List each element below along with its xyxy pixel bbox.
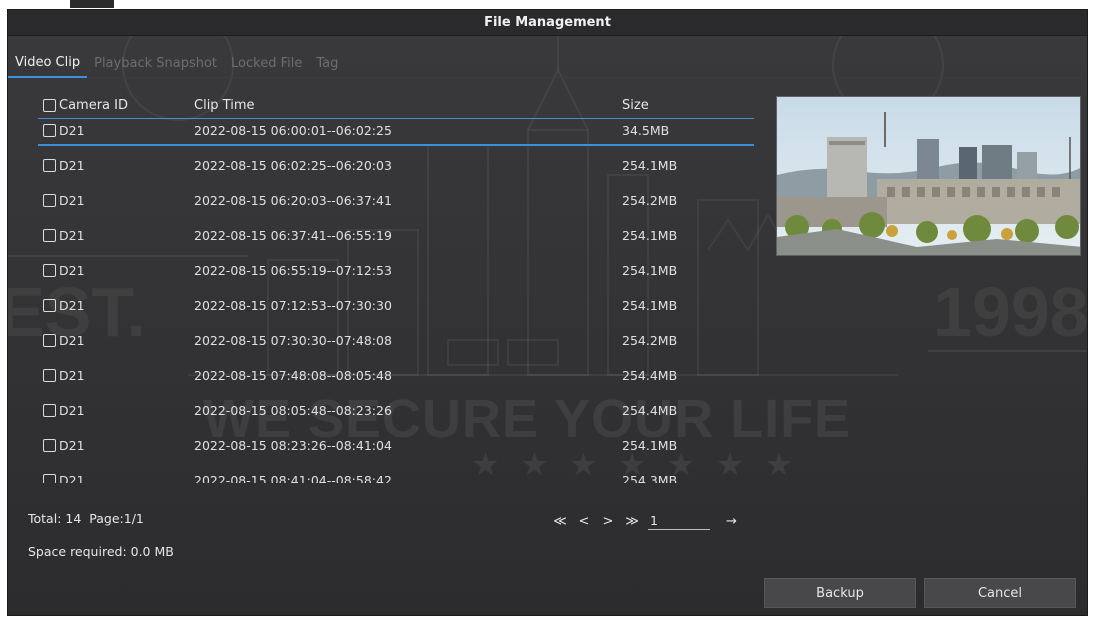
- cell-camera-id: D21: [43, 154, 193, 177]
- table-row[interactable]: D21 2022-08-15 08:41:04--08:58:42 254.3MB: [38, 469, 754, 483]
- table-row[interactable]: D21 2022-08-15 06:37:41--06:55:19 254.1MB: [38, 224, 754, 259]
- watermark-year: 1998: [933, 273, 1088, 351]
- table-row[interactable]: D21 2022-08-15 08:23:26--08:41:04 254.1MB: [38, 434, 754, 469]
- table-row[interactable]: D21 2022-08-15 06:02:25--06:20:03 254.1MB: [38, 154, 754, 189]
- backup-button[interactable]: Backup: [764, 578, 916, 608]
- table-body: D21 2022-08-15 06:00:01--06:02:25 34.5MB D2…: [38, 119, 754, 483]
- camera-id: D21: [59, 333, 85, 348]
- camera-id: D21: [59, 298, 85, 313]
- dialog-title: File Management: [8, 10, 1087, 36]
- row-checkbox[interactable]: [43, 404, 56, 417]
- table-row[interactable]: D21 2022-08-15 07:48:08--08:05:48 254.4MB: [38, 364, 754, 399]
- clip-size: 254.1MB: [622, 438, 678, 453]
- footer-totals: Total: 14 Page:1/1: [28, 511, 144, 526]
- tab-locked-file[interactable]: Locked File: [224, 50, 309, 78]
- clip-time: 2022-08-15 08:05:48--08:23:26: [194, 403, 392, 418]
- video-preview: [776, 96, 1081, 256]
- clip-time: 2022-08-15 08:23:26--08:41:04: [194, 438, 392, 453]
- camera-id: D21: [59, 123, 85, 138]
- clip-time: 2022-08-15 06:37:41--06:55:19: [194, 228, 392, 243]
- camera-id: D21: [59, 158, 85, 173]
- preview-image: [777, 97, 1080, 255]
- top-corner-mark: [70, 0, 114, 8]
- clip-size: 254.4MB: [622, 368, 678, 383]
- page-number-input[interactable]: [648, 512, 710, 530]
- clip-size: 34.5MB: [622, 123, 670, 138]
- row-checkbox[interactable]: [43, 334, 56, 347]
- prev-page-button[interactable]: <: [572, 514, 596, 529]
- select-all-checkbox[interactable]: [43, 99, 56, 112]
- row-checkbox[interactable]: [43, 474, 56, 483]
- camera-id: D21: [59, 438, 85, 453]
- table-row[interactable]: D21 2022-08-15 07:12:53--07:30:30 254.1MB: [38, 294, 754, 329]
- clip-size: 254.1MB: [622, 263, 678, 278]
- table-header: Camera ID Clip Time Size: [38, 93, 754, 119]
- cell-camera-id: D21: [43, 119, 193, 142]
- cell-camera-id: D21: [43, 364, 193, 387]
- camera-id: D21: [59, 193, 85, 208]
- camera-id: D21: [59, 228, 85, 243]
- clip-table: Camera ID Clip Time Size D21 2022-08-15 0…: [38, 93, 754, 483]
- file-management-dialog: EST. 1998 WE SECURE YOUR LIFE ★ ★ ★ ★ ★ …: [7, 9, 1088, 616]
- clip-size: 254.3MB: [622, 473, 678, 483]
- table-row[interactable]: D21 2022-08-15 06:20:03--06:37:41 254.2MB: [38, 189, 754, 224]
- clip-time: 2022-08-15 08:41:04--08:58:42: [194, 473, 392, 483]
- camera-id: D21: [59, 473, 85, 483]
- row-checkbox[interactable]: [43, 124, 56, 137]
- first-page-button[interactable]: ≪: [548, 514, 572, 529]
- table-row[interactable]: D21 2022-08-15 06:55:19--07:12:53 254.1MB: [38, 259, 754, 294]
- camera-id: D21: [59, 368, 85, 383]
- row-checkbox[interactable]: [43, 264, 56, 277]
- clip-size: 254.1MB: [622, 298, 678, 313]
- cell-camera-id: D21: [43, 294, 193, 317]
- tab-video-clip[interactable]: Video Clip: [8, 50, 88, 78]
- clip-size: 254.1MB: [622, 228, 678, 243]
- clip-size: 254.4MB: [622, 403, 678, 418]
- cell-camera-id: D21: [43, 224, 193, 247]
- table-row[interactable]: D21 2022-08-15 07:30:30--07:48:08 254.2MB: [38, 329, 754, 364]
- tab-tag[interactable]: Tag: [309, 50, 345, 78]
- clip-time: 2022-08-15 07:48:08--08:05:48: [194, 368, 392, 383]
- next-page-button[interactable]: >: [596, 514, 620, 529]
- go-page-button[interactable]: →: [726, 514, 737, 529]
- cell-camera-id: D21: [43, 329, 193, 352]
- cell-camera-id: D21: [43, 399, 193, 422]
- last-page-button[interactable]: ≫: [620, 514, 644, 529]
- cancel-button[interactable]: Cancel: [924, 578, 1076, 608]
- header-clip-time: Clip Time: [194, 98, 255, 113]
- row-checkbox[interactable]: [43, 299, 56, 312]
- header-size: Size: [622, 98, 649, 113]
- tab-playback-snapshot[interactable]: Playback Snapshot: [87, 50, 224, 78]
- clip-size: 254.1MB: [622, 158, 678, 173]
- watermark-rule-right: [928, 350, 1087, 352]
- clip-size: 254.2MB: [622, 193, 678, 208]
- camera-id: D21: [59, 403, 85, 418]
- header-camera-id: Camera ID: [43, 98, 193, 113]
- tab-bar: Video Clip Playback Snapshot Locked File…: [8, 50, 1081, 78]
- row-checkbox[interactable]: [43, 159, 56, 172]
- clip-time: 2022-08-15 07:30:30--07:48:08: [194, 333, 392, 348]
- table-row[interactable]: D21 2022-08-15 06:00:01--06:02:25 34.5MB: [38, 119, 754, 146]
- camera-id: D21: [59, 263, 85, 278]
- cell-camera-id: D21: [43, 189, 193, 212]
- page-indicator: Page:1/1: [89, 511, 144, 526]
- total-count: Total: 14: [28, 511, 82, 526]
- clip-time: 2022-08-15 06:55:19--07:12:53: [194, 263, 392, 278]
- row-checkbox[interactable]: [43, 229, 56, 242]
- cell-camera-id: D21: [43, 259, 193, 282]
- clip-time: 2022-08-15 06:20:03--06:37:41: [194, 193, 392, 208]
- clip-time: 2022-08-15 06:00:01--06:02:25: [194, 123, 392, 138]
- pager: ≪ < > ≫ →: [548, 512, 737, 530]
- header-camera-id-label: Camera ID: [59, 98, 128, 113]
- table-row[interactable]: D21 2022-08-15 08:05:48--08:23:26 254.4MB: [38, 399, 754, 434]
- space-required: Space required: 0.0 MB: [28, 544, 174, 559]
- clip-size: 254.2MB: [622, 333, 678, 348]
- clip-time: 2022-08-15 07:12:53--07:30:30: [194, 298, 392, 313]
- row-checkbox[interactable]: [43, 369, 56, 382]
- row-checkbox[interactable]: [43, 439, 56, 452]
- clip-time: 2022-08-15 06:02:25--06:20:03: [194, 158, 392, 173]
- cell-camera-id: D21: [43, 434, 193, 457]
- cell-camera-id: D21: [43, 469, 193, 483]
- row-checkbox[interactable]: [43, 194, 56, 207]
